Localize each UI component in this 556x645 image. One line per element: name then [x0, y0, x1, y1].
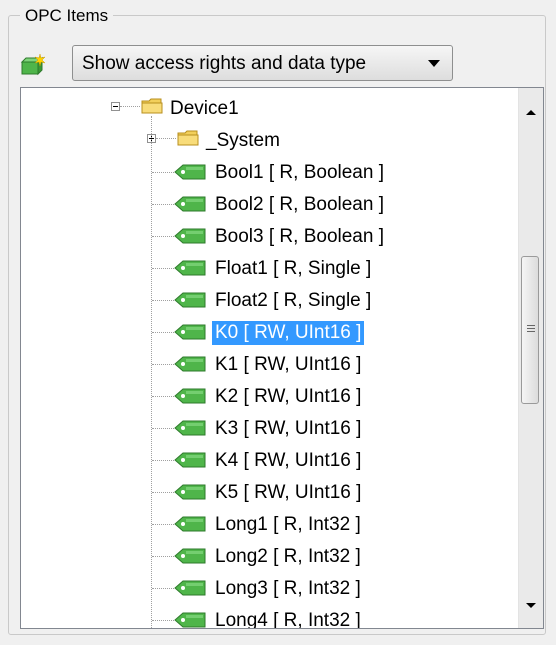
tree-node-item[interactable]: Long3 [ R, Int32 ] — [21, 574, 501, 604]
tree-node-item[interactable]: Float1 [ R, Single ] — [21, 254, 501, 284]
tag-icon — [174, 580, 206, 596]
tree-node-system[interactable]: _System — [21, 126, 501, 156]
tree-connector — [152, 236, 174, 237]
tree-connector — [152, 204, 174, 205]
tree-node-label: Bool2 [ R, Boolean ] — [215, 194, 384, 215]
tree-node-label: Long3 [ R, Int32 ] — [215, 578, 361, 599]
tag-icon — [174, 228, 206, 244]
tree-node-item[interactable]: K2 [ RW, UInt16 ] — [21, 382, 501, 412]
group-title: OPC Items — [20, 6, 114, 26]
tree-node-item[interactable]: Long4 [ R, Int32 ] — [21, 606, 501, 629]
chevron-down-icon[interactable] — [428, 60, 440, 67]
tree-node-item[interactable]: K1 [ RW, UInt16 ] — [21, 350, 501, 380]
tree-node-label: K5 [ RW, UInt16 ] — [215, 482, 362, 503]
tree-connector — [152, 428, 174, 429]
tree-connector — [152, 620, 174, 621]
tag-icon — [174, 484, 206, 500]
tree-node-label: Float1 [ R, Single ] — [215, 258, 372, 279]
scrollbar-thumb[interactable] — [521, 256, 539, 404]
tree-node-item[interactable]: Bool2 [ R, Boolean ] — [21, 190, 501, 220]
dropdown-selected-value: Show access rights and data type — [82, 53, 367, 74]
tree-node-label: K3 [ RW, UInt16 ] — [215, 418, 362, 439]
tree-node-item[interactable]: Long1 [ R, Int32 ] — [21, 510, 501, 540]
opc-item-tree[interactable]: Device1 _System Bool1 [ R, Boolean ] Bool2 … — [20, 87, 544, 629]
tree-connector — [152, 524, 174, 525]
tree-connector — [152, 588, 174, 589]
tree-connector — [120, 106, 140, 107]
tree-node-item[interactable]: K0 [ RW, UInt16 ] — [21, 318, 501, 348]
scroll-down-icon[interactable] — [526, 603, 536, 608]
tag-icon — [174, 388, 206, 404]
tree-node-label: Bool1 [ R, Boolean ] — [215, 162, 384, 183]
tree-connector — [152, 556, 174, 557]
tree-node-device1[interactable]: Device1 — [21, 94, 501, 124]
tag-icon — [174, 356, 206, 372]
collapse-icon[interactable] — [111, 102, 120, 111]
tree-node-label: Long1 [ R, Int32 ] — [215, 514, 361, 535]
tag-icon — [174, 196, 206, 212]
folder-icon — [141, 98, 163, 114]
folder-icon — [177, 130, 199, 146]
tree-node-label: Float2 [ R, Single ] — [215, 290, 372, 311]
tag-icon — [174, 164, 206, 180]
tag-icon — [174, 420, 206, 436]
view-mode-dropdown[interactable]: Show access rights and data type — [72, 45, 453, 81]
tree-connector — [152, 492, 174, 493]
tree-node-label: K0 [ RW, UInt16 ] — [212, 321, 365, 345]
tree-node-item[interactable]: Long2 [ R, Int32 ] — [21, 542, 501, 572]
tree-node-label: K4 [ RW, UInt16 ] — [215, 450, 362, 471]
tree-node-label: K2 [ RW, UInt16 ] — [215, 386, 362, 407]
tag-icon — [174, 324, 206, 340]
tree-node-label: Long2 [ R, Int32 ] — [215, 546, 361, 567]
add-item-icon[interactable] — [20, 54, 46, 78]
tag-icon — [174, 516, 206, 532]
tag-icon — [174, 612, 206, 628]
tree-node-label: _System — [206, 130, 280, 151]
grip-icon — [527, 325, 535, 326]
tag-icon — [174, 452, 206, 468]
tree-node-item[interactable]: K3 [ RW, UInt16 ] — [21, 414, 501, 444]
tree-connector — [152, 332, 174, 333]
scroll-up-icon[interactable] — [526, 110, 536, 115]
tree-node-label: Device1 — [170, 98, 239, 119]
tree-connector — [156, 138, 176, 139]
vertical-scrollbar[interactable] — [518, 88, 543, 628]
tag-icon — [174, 548, 206, 564]
tree-node-item[interactable]: Float2 [ R, Single ] — [21, 286, 501, 316]
tree-node-item[interactable]: K5 [ RW, UInt16 ] — [21, 478, 501, 508]
tree-connector — [152, 300, 174, 301]
tree-node-item[interactable]: Bool1 [ R, Boolean ] — [21, 158, 501, 188]
tag-icon — [174, 292, 206, 308]
tree-connector — [152, 268, 174, 269]
tag-icon — [174, 260, 206, 276]
tree-connector — [152, 364, 174, 365]
tree-connector — [152, 460, 174, 461]
tree-connector — [152, 172, 174, 173]
tree-node-item[interactable]: Bool3 [ R, Boolean ] — [21, 222, 501, 252]
tree-node-label: Long4 [ R, Int32 ] — [215, 610, 361, 629]
tree-node-item[interactable]: K4 [ RW, UInt16 ] — [21, 446, 501, 476]
tree-node-label: K1 [ RW, UInt16 ] — [215, 354, 362, 375]
tree-node-label: Bool3 [ R, Boolean ] — [215, 226, 384, 247]
tree-connector — [152, 396, 174, 397]
